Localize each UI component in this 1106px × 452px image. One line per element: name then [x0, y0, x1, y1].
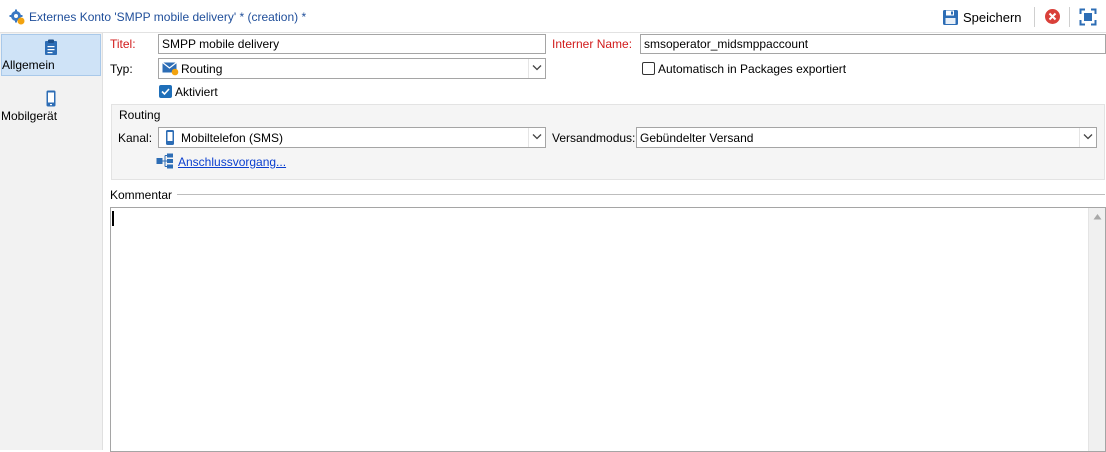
toolbar-separator — [1069, 7, 1070, 27]
external-account-gear-icon — [9, 9, 25, 25]
clipboard-icon — [45, 39, 57, 55]
title-input[interactable]: SMPP mobile delivery — [158, 34, 546, 54]
routing-group-title: Routing — [119, 108, 161, 122]
type-dropdown-arrow[interactable] — [528, 59, 545, 78]
title-bar: Externes Konto 'SMPP mobile delivery' * … — [0, 0, 1106, 33]
text-caret — [112, 211, 114, 226]
type-label: Typ: — [110, 62, 133, 76]
internal-name-input[interactable]: smsoperator_midsmppaccount — [640, 34, 1106, 54]
activated-label: Aktiviert — [175, 85, 218, 99]
delivery-mode-select-value: Gebündelter Versand — [640, 131, 754, 145]
type-select-value: Routing — [181, 62, 223, 76]
activated-checkbox[interactable] — [159, 85, 172, 98]
sidebar-item-label: Mobilgerät — [1, 109, 58, 123]
toolbar-separator — [1034, 7, 1035, 27]
floppy-disk-icon — [943, 9, 958, 25]
auto-export-checkbox[interactable] — [642, 62, 655, 75]
delivery-mode-dropdown-arrow[interactable] — [1079, 128, 1096, 147]
channel-label: Kanal: — [118, 131, 153, 145]
save-button[interactable]: Speichern — [942, 6, 1022, 28]
sidebar-item-mobilgeraet[interactable]: Mobilgerät — [1, 86, 101, 128]
internal-name-label: Interner Name: — [552, 37, 633, 51]
comment-scrollbar[interactable] — [1088, 208, 1105, 451]
delivery-mode-select[interactable]: Gebündelter Versand — [636, 127, 1097, 148]
mobile-phone-icon — [166, 130, 174, 145]
comment-textarea[interactable] — [110, 207, 1106, 452]
channel-dropdown-arrow[interactable] — [528, 128, 545, 147]
channel-select-value: Mobiltelefon (SMS) — [181, 131, 284, 145]
chevron-down-icon — [532, 134, 542, 140]
checkmark-icon — [161, 88, 170, 96]
auto-export-label: Automatisch in Packages exportiert — [658, 62, 847, 76]
maximize-icon[interactable] — [1079, 8, 1097, 26]
sidebar-item-allgemein[interactable]: Allgemein — [1, 34, 101, 76]
connection-process-link[interactable]: Anschlussvorgang... — [178, 155, 286, 169]
chevron-down-icon — [1083, 134, 1093, 140]
delivery-mode-label: Versandmodus: — [552, 131, 636, 145]
channel-select[interactable]: Mobiltelefon (SMS) — [158, 127, 546, 148]
comment-divider — [177, 194, 1105, 195]
window-title: Externes Konto 'SMPP mobile delivery' * … — [29, 10, 307, 24]
sidebar: Allgemein Mobilgerät — [0, 33, 103, 450]
mobile-phone-icon — [46, 90, 56, 107]
cancel-close-icon[interactable] — [1044, 8, 1061, 25]
workflow-icon — [156, 153, 173, 169]
routing-envelope-icon — [162, 62, 179, 76]
title-label: Titel: — [110, 37, 136, 51]
chevron-down-icon — [532, 65, 542, 71]
comment-label: Kommentar — [110, 188, 173, 202]
type-select[interactable]: Routing — [158, 58, 546, 79]
sidebar-item-label: Allgemein — [2, 58, 55, 72]
scroll-up-icon[interactable] — [1093, 213, 1102, 220]
save-button-label: Speichern — [963, 9, 1022, 25]
